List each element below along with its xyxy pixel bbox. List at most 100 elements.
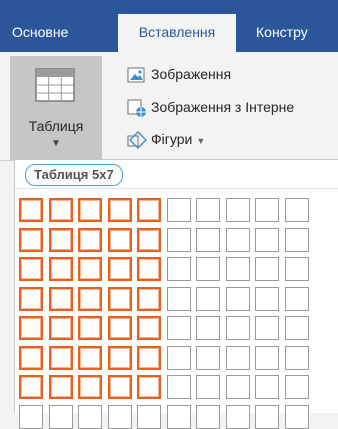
table-grid-cell[interactable] bbox=[226, 257, 250, 281]
insert-shapes-button[interactable]: Фігури ▼ bbox=[126, 128, 205, 150]
table-grid-cell-selected[interactable] bbox=[137, 375, 161, 399]
table-button[interactable]: Таблиця ▼ bbox=[10, 56, 102, 160]
table-grid-cell[interactable] bbox=[255, 287, 279, 311]
table-grid-cell-selected[interactable] bbox=[108, 228, 132, 252]
table-grid-cell[interactable] bbox=[255, 405, 279, 429]
table-grid-cell[interactable] bbox=[167, 228, 191, 252]
table-grid-cell[interactable] bbox=[196, 198, 220, 222]
table-grid-cell[interactable] bbox=[196, 316, 220, 340]
tab-design[interactable]: Констру bbox=[256, 15, 308, 52]
table-grid-cell-selected[interactable] bbox=[78, 346, 102, 370]
table-grid-cell[interactable] bbox=[167, 375, 191, 399]
table-grid-cell[interactable] bbox=[196, 257, 220, 281]
table-grid-cell[interactable] bbox=[196, 346, 220, 370]
tab-home[interactable]: Основне bbox=[12, 15, 68, 52]
table-grid-cell[interactable] bbox=[196, 375, 220, 399]
table-grid-cell[interactable] bbox=[285, 287, 309, 311]
insert-table-dropdown: Таблиця 5x7 bbox=[14, 159, 338, 429]
table-grid-cell-selected[interactable] bbox=[108, 287, 132, 311]
table-grid-cell[interactable] bbox=[255, 228, 279, 252]
table-grid-cell-selected[interactable] bbox=[49, 228, 73, 252]
insert-picture-label: Зображення bbox=[151, 66, 232, 82]
table-grid-cell[interactable] bbox=[285, 198, 309, 222]
table-grid-cell-selected[interactable] bbox=[78, 287, 102, 311]
table-grid-cell[interactable] bbox=[285, 405, 309, 429]
table-grid-cell-selected[interactable] bbox=[19, 257, 43, 281]
table-grid-cell[interactable] bbox=[285, 257, 309, 281]
table-grid-cell-selected[interactable] bbox=[108, 257, 132, 281]
shapes-icon bbox=[126, 130, 148, 150]
table-grid-cell[interactable] bbox=[255, 346, 279, 370]
table-grid-cell-selected[interactable] bbox=[108, 346, 132, 370]
table-grid-cell[interactable] bbox=[167, 346, 191, 370]
table-grid-cell[interactable] bbox=[226, 346, 250, 370]
table-grid-cell[interactable] bbox=[196, 405, 220, 429]
table-grid-cell[interactable] bbox=[226, 405, 250, 429]
table-grid-cell-selected[interactable] bbox=[137, 316, 161, 340]
table-grid-cell-selected[interactable] bbox=[19, 375, 43, 399]
table-grid-cell-selected[interactable] bbox=[78, 228, 102, 252]
table-grid-cell-selected[interactable] bbox=[19, 198, 43, 222]
online-picture-icon bbox=[126, 98, 148, 118]
table-grid-cell-selected[interactable] bbox=[19, 228, 43, 252]
table-grid-cell[interactable] bbox=[78, 405, 102, 429]
table-grid-cell[interactable] bbox=[19, 405, 43, 429]
divider bbox=[15, 188, 338, 189]
chevron-down-icon[interactable]: ▼ bbox=[196, 136, 205, 146]
table-grid-cell-selected[interactable] bbox=[137, 346, 161, 370]
table-grid-cell[interactable] bbox=[167, 287, 191, 311]
table-grid-cell-selected[interactable] bbox=[78, 257, 102, 281]
table-grid-cell-selected[interactable] bbox=[49, 198, 73, 222]
table-grid-cell-selected[interactable] bbox=[19, 346, 43, 370]
insert-online-picture-button[interactable]: Зображення з Інтерне bbox=[126, 96, 294, 118]
table-grid-cell[interactable] bbox=[167, 405, 191, 429]
tab-insert[interactable]: Вставлення bbox=[118, 14, 236, 52]
table-grid-cell[interactable] bbox=[226, 228, 250, 252]
table-grid-cell[interactable] bbox=[196, 228, 220, 252]
table-grid-cell[interactable] bbox=[255, 257, 279, 281]
insert-shapes-label: Фігури bbox=[151, 131, 193, 147]
table-button-label: Таблиця bbox=[28, 118, 84, 134]
table-grid-cell[interactable] bbox=[255, 198, 279, 222]
table-size-grid[interactable] bbox=[19, 198, 329, 429]
table-grid-cell-selected[interactable] bbox=[108, 375, 132, 399]
table-grid-cell-selected[interactable] bbox=[49, 316, 73, 340]
table-grid-cell-selected[interactable] bbox=[137, 257, 161, 281]
ribbon-tab-bar: Основне Вставлення Констру bbox=[0, 0, 338, 52]
table-grid-cell-selected[interactable] bbox=[137, 198, 161, 222]
table-grid-cell-selected[interactable] bbox=[78, 316, 102, 340]
table-grid-cell[interactable] bbox=[285, 228, 309, 252]
table-grid-cell-selected[interactable] bbox=[108, 316, 132, 340]
table-grid-cell[interactable] bbox=[255, 316, 279, 340]
table-grid-cell-selected[interactable] bbox=[137, 228, 161, 252]
table-grid-cell-selected[interactable] bbox=[137, 287, 161, 311]
table-grid-cell[interactable] bbox=[167, 316, 191, 340]
table-grid-cell-selected[interactable] bbox=[78, 375, 102, 399]
table-grid-cell[interactable] bbox=[167, 257, 191, 281]
table-grid-cell-selected[interactable] bbox=[49, 346, 73, 370]
table-grid-cell[interactable] bbox=[167, 198, 191, 222]
insert-online-picture-label: Зображення з Інтерне bbox=[151, 99, 295, 115]
table-grid-cell-selected[interactable] bbox=[19, 316, 43, 340]
table-grid-cell[interactable] bbox=[196, 287, 220, 311]
table-grid-cell[interactable] bbox=[108, 405, 132, 429]
chevron-down-icon: ▼ bbox=[51, 138, 61, 149]
table-grid-cell[interactable] bbox=[226, 198, 250, 222]
table-grid-cell[interactable] bbox=[137, 405, 161, 429]
table-grid-cell[interactable] bbox=[285, 346, 309, 370]
table-grid-cell-selected[interactable] bbox=[49, 257, 73, 281]
table-grid-cell-selected[interactable] bbox=[19, 287, 43, 311]
table-grid-cell[interactable] bbox=[285, 316, 309, 340]
table-grid-cell[interactable] bbox=[285, 375, 309, 399]
table-grid-cell[interactable] bbox=[226, 287, 250, 311]
table-size-label: Таблиця 5x7 bbox=[25, 164, 123, 186]
table-grid-cell[interactable] bbox=[226, 316, 250, 340]
table-grid-cell[interactable] bbox=[49, 405, 73, 429]
insert-picture-button[interactable]: Зображення bbox=[126, 63, 231, 85]
table-grid-cell-selected[interactable] bbox=[49, 375, 73, 399]
table-grid-cell[interactable] bbox=[255, 375, 279, 399]
table-grid-cell-selected[interactable] bbox=[78, 198, 102, 222]
table-grid-cell-selected[interactable] bbox=[49, 287, 73, 311]
table-grid-cell-selected[interactable] bbox=[108, 198, 132, 222]
table-grid-cell[interactable] bbox=[226, 375, 250, 399]
